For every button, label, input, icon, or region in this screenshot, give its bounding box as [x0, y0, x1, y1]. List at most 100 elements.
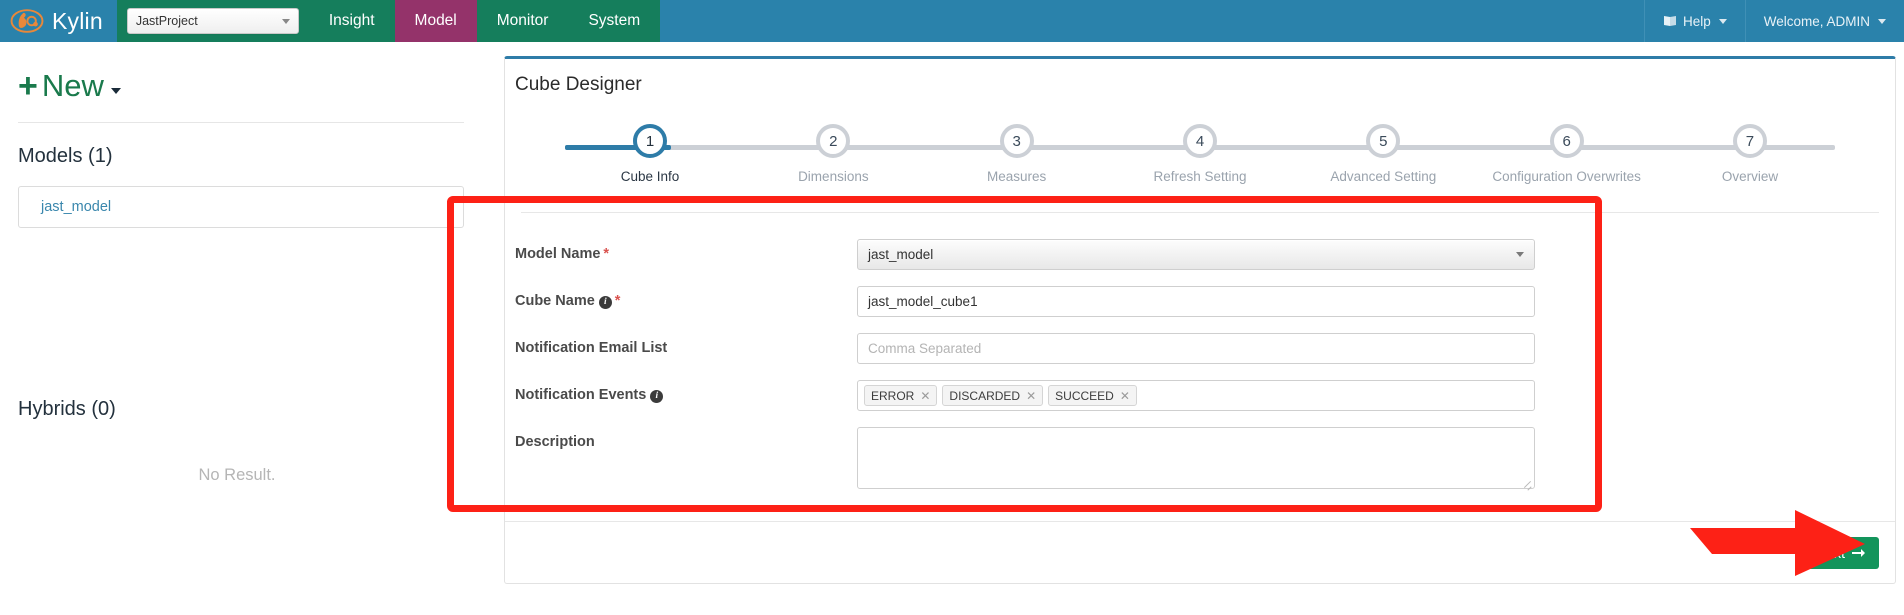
description-textarea[interactable] [857, 427, 1535, 489]
plus-icon: + [18, 66, 38, 105]
top-navbar: Kylin JastProject Insight Model Monitor … [0, 0, 1904, 42]
wizard-step-3[interactable]: 3 Measures [932, 124, 1102, 184]
tag-discarded: DISCARDED ✕ [942, 385, 1044, 406]
new-button-label: New [41, 68, 104, 103]
wizard-step-4-label: Refresh Setting [1153, 169, 1247, 184]
model-name-select-value: jast_model [868, 247, 934, 262]
help-menu[interactable]: Help [1643, 0, 1745, 42]
notification-events-tags-input[interactable]: ERROR ✕ DISCARDED ✕ SUCCEED ✕ [857, 380, 1535, 411]
nav-links: Insight Model Monitor System [308, 0, 661, 42]
book-icon [1663, 16, 1676, 26]
notification-email-field-wrap: Comma Separated [857, 333, 1535, 364]
caret-down-icon [110, 88, 121, 94]
wizard-steps: 1 Cube Info 2 Dimensions 3 Measures 4 Re… [565, 124, 1835, 184]
hybrids-empty-message: No Result. [198, 466, 276, 484]
next-button-label: Next [1816, 544, 1845, 561]
cube-designer-panel: Cube Designer 1 Cube Info 2 Dimensions 3… [504, 56, 1896, 584]
nav-link-system[interactable]: System [568, 0, 661, 42]
notification-email-label: Notification Email List [515, 340, 668, 356]
notification-events-label-text: Notification Events [515, 387, 647, 403]
chevron-down-icon [1516, 252, 1524, 257]
new-button[interactable]: + New [18, 62, 464, 120]
model-name-label: Model Name * [505, 239, 857, 262]
cube-name-label-text: Cube Name [515, 293, 595, 309]
project-selector-wrap: JastProject [116, 0, 309, 42]
required-marker: * [614, 293, 621, 309]
wizard-stepper: 1 Cube Info 2 Dimensions 3 Measures 4 Re… [565, 124, 1835, 190]
kylin-logo-icon [10, 9, 44, 33]
project-selector-value: JastProject [135, 14, 198, 28]
required-marker: * [603, 246, 610, 262]
notification-events-field-wrap: ERROR ✕ DISCARDED ✕ SUCCEED ✕ [857, 380, 1535, 411]
tag-succeed-label: SUCCEED [1055, 388, 1114, 403]
form-row-notification-events: Notification Events i ERROR ✕ DISCARDED ✕ [505, 380, 1895, 411]
left-sidebar: + New Models (1) jast_model Hybrids (0) … [0, 42, 490, 615]
wizard-step-2[interactable]: 2 Dimensions [748, 124, 918, 184]
wizard-step-1-number: 1 [633, 124, 667, 158]
wizard-step-3-number: 3 [999, 124, 1034, 158]
cube-name-input[interactable]: jast_model_cube1 [857, 286, 1535, 317]
description-field-wrap [857, 427, 1535, 489]
model-name-field-wrap: jast_model [857, 239, 1535, 270]
form-row-cube-name: Cube Name i * jast_model_cube1 [505, 286, 1895, 317]
form-row-model-name: Model Name * jast_model [505, 239, 1895, 270]
chevron-down-icon [1878, 18, 1886, 24]
wizard-step-1[interactable]: 1 Cube Info [565, 124, 735, 184]
info-icon[interactable]: i [598, 295, 612, 309]
close-icon[interactable]: ✕ [1026, 389, 1036, 403]
wizard-step-4[interactable]: 4 Refresh Setting [1115, 124, 1285, 184]
cube-info-form: Model Name * jast_model Cube Name i * jast_… [505, 213, 1895, 489]
description-label: Description [515, 434, 595, 450]
nav-link-model[interactable]: Model [394, 0, 477, 42]
model-name-label[interactable]: jast_model [41, 199, 111, 215]
wizard-step-7-label: Overview [1721, 169, 1779, 184]
wizard-step-5[interactable]: 5 Advanced Setting [1298, 124, 1468, 184]
next-button[interactable]: Next [1802, 536, 1879, 569]
wizard-step-6[interactable]: 6 Configuration Overwrites [1482, 124, 1652, 184]
tag-error-label: ERROR [871, 388, 915, 403]
nav-link-insight[interactable]: Insight [308, 0, 395, 42]
list-item[interactable]: jast_model [18, 186, 464, 228]
wizard-step-6-number: 6 [1549, 124, 1584, 158]
user-menu[interactable]: Welcome, ADMIN [1744, 0, 1904, 42]
brand-label: Kylin [52, 7, 103, 34]
form-row-notification-email: Notification Email List Comma Separated [505, 333, 1895, 364]
models-heading: Models (1) [18, 145, 113, 167]
brand[interactable]: Kylin [0, 0, 117, 42]
wizard-step-6-label: Configuration Overwrites [1492, 169, 1641, 184]
wizard-step-7-number: 7 [1732, 124, 1767, 158]
arrow-right-icon [1852, 548, 1865, 557]
help-label: Help [1682, 13, 1711, 29]
project-selector[interactable]: JastProject [126, 8, 299, 34]
chevron-down-icon [1718, 18, 1727, 24]
tag-discarded-label: DISCARDED [949, 388, 1021, 403]
info-icon[interactable]: i [650, 389, 664, 403]
close-icon[interactable]: ✕ [920, 389, 930, 403]
page-title: Cube Designer [515, 74, 642, 95]
wizard-step-3-label: Measures [987, 169, 1047, 184]
wizard-step-2-number: 2 [816, 124, 851, 158]
close-icon[interactable]: ✕ [1120, 389, 1130, 403]
model-name-label-text: Model Name [515, 246, 601, 262]
wizard-step-1-label: Cube Info [620, 169, 680, 184]
wizard-step-4-number: 4 [1182, 124, 1217, 158]
notification-email-input[interactable]: Comma Separated [857, 333, 1535, 364]
hybrids-heading: Hybrids (0) [18, 398, 116, 420]
nav-link-monitor[interactable]: Monitor [476, 0, 569, 42]
cube-name-field-wrap: jast_model_cube1 [857, 286, 1535, 317]
navbar-spacer [660, 0, 1644, 42]
form-row-description: Description [505, 427, 1895, 489]
cube-name-label: Cube Name i * [505, 286, 857, 309]
wizard-step-7[interactable]: 7 Overview [1665, 124, 1835, 184]
user-label: Welcome, ADMIN [1763, 13, 1870, 29]
wizard-step-5-number: 5 [1366, 124, 1401, 158]
main-content: Cube Designer 1 Cube Info 2 Dimensions 3… [496, 42, 1904, 615]
tag-succeed: SUCCEED ✕ [1048, 385, 1137, 406]
wizard-step-2-label: Dimensions [798, 169, 869, 184]
model-name-select[interactable]: jast_model [857, 239, 1535, 270]
tag-error: ERROR ✕ [864, 385, 938, 406]
panel-footer: Next [505, 521, 1895, 583]
notification-events-label: Notification Events i [505, 380, 857, 403]
resize-handle-icon[interactable] [1522, 476, 1532, 486]
navbar-right: Help Welcome, ADMIN [1643, 0, 1904, 42]
